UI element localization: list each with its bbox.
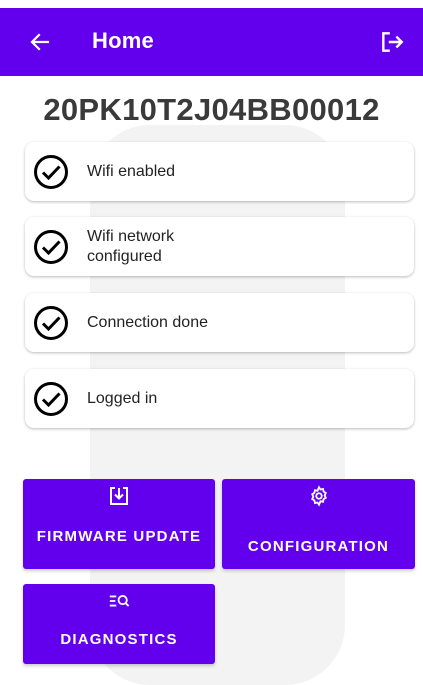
status-label: Connection done — [87, 313, 208, 331]
status-card-wifi-network-configured: Wifi network configured — [25, 217, 414, 276]
page-title: Home — [92, 28, 154, 53]
arrow-left-icon[interactable] — [28, 30, 52, 54]
check-circle-icon — [34, 306, 68, 340]
firmware-update-button[interactable]: FIRMWARE UPDATE — [23, 479, 215, 569]
check-circle-icon — [34, 382, 68, 416]
firmware-update-label: FIRMWARE UPDATE — [36, 528, 202, 545]
list-search-icon — [109, 595, 130, 607]
status-card-connection-done: Connection done — [25, 293, 414, 352]
status-label: Logged in — [87, 389, 158, 407]
device-serial: 20PK10T2J04BB00012 — [43, 92, 380, 127]
check-circle-icon — [34, 155, 68, 189]
diagnostics-button[interactable]: DIAGNOSTICS — [23, 584, 215, 664]
logout-icon[interactable] — [379, 29, 405, 55]
gear-icon — [310, 485, 327, 507]
check-circle-icon — [34, 230, 68, 264]
status-card-wifi-enabled: Wifi enabled — [25, 142, 414, 201]
configuration-button[interactable]: CONFIGURATION — [222, 479, 415, 569]
configuration-label: CONFIGURATION — [247, 538, 390, 555]
status-label: Wifi network configured — [87, 227, 175, 265]
status-card-logged-in: Logged in — [25, 369, 414, 428]
download-box-icon — [110, 487, 128, 505]
app-bar: Home — [0, 8, 423, 76]
diagnostics-label: DIAGNOSTICS — [60, 631, 178, 648]
status-label: Wifi enabled — [87, 162, 176, 180]
